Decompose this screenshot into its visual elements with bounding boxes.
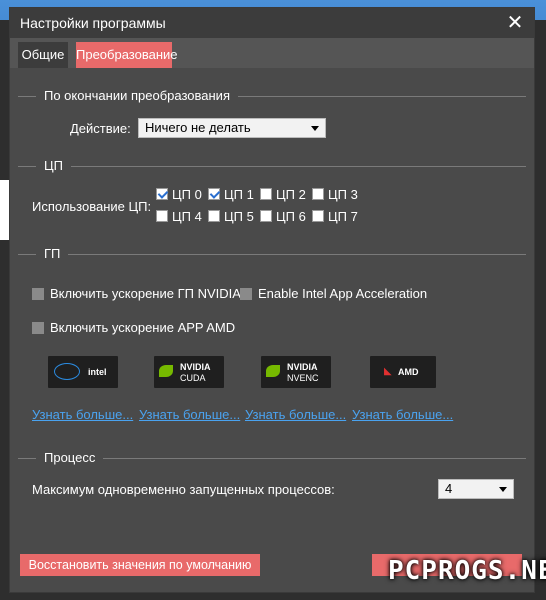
chevron-down-icon	[311, 126, 319, 131]
amd-accel-label: Включить ускорение APP AMD	[50, 320, 236, 335]
chevron-down-icon	[499, 487, 507, 492]
max-processes-label: Максимум одновременно запущенных процесс…	[32, 482, 335, 497]
section-process: Процесс	[18, 450, 526, 466]
cpu-2-label: ЦП 2	[276, 187, 306, 202]
cpu-usage-label: Использование ЦП:	[32, 199, 152, 214]
close-button[interactable]: ✕	[502, 10, 528, 36]
cpu-5-label: ЦП 5	[224, 209, 254, 224]
learn-more-nvenc-link[interactable]: Узнать больше...	[245, 407, 346, 422]
cpu-0-label: ЦП 0	[172, 187, 202, 202]
background-app-edge	[0, 180, 10, 240]
cpu-3-checkbox[interactable]	[312, 188, 324, 200]
amd-logo[interactable]: ◣ AMD	[370, 356, 436, 388]
restore-defaults-button[interactable]: Восстановить значения по умолчанию	[20, 554, 260, 576]
title-bar: Настройки программы ✕	[10, 8, 534, 38]
section-title: По окончании преобразования	[36, 88, 238, 104]
tab-general[interactable]: Общие	[18, 42, 68, 68]
watermark: PCPROGS.NET	[388, 556, 546, 586]
cpu-2-checkbox[interactable]	[260, 188, 272, 200]
cpu-5-checkbox[interactable]	[208, 210, 220, 222]
learn-more-intel-link[interactable]: Узнать больше...	[32, 407, 133, 422]
amd-logo-icon: ◣	[384, 366, 392, 377]
nvenc-logo-text: NVENC	[287, 373, 319, 383]
action-label: Действие:	[70, 121, 131, 136]
nvidia-cuda-logo[interactable]: NVIDIA CUDA	[154, 356, 224, 388]
nvidia-nvenc-logo[interactable]: NVIDIA NVENC	[261, 356, 331, 388]
action-select-value: Ничего не делать	[145, 120, 251, 135]
cpu-7-checkbox[interactable]	[312, 210, 324, 222]
window-title: Настройки программы	[20, 15, 166, 31]
settings-dialog: Настройки программы ✕ Общие Преобразован…	[10, 8, 546, 592]
intel-logo-text: intel	[88, 367, 107, 377]
cpu-6-label: ЦП 6	[276, 209, 306, 224]
cpu-0-checkbox[interactable]	[156, 188, 168, 200]
nvidia-accel-checkbox[interactable]	[32, 288, 44, 300]
cpu-7-label: ЦП 7	[328, 209, 358, 224]
section-title: ГП	[36, 246, 69, 262]
learn-more-cuda-link[interactable]: Узнать больше...	[139, 407, 240, 422]
close-icon: ✕	[506, 12, 524, 34]
cpu-1-label: ЦП 1	[224, 187, 254, 202]
section-cpu: ЦП	[18, 158, 526, 174]
cpu-1-checkbox[interactable]	[208, 188, 220, 200]
max-processes-value: 4	[445, 481, 453, 496]
cuda-logo-text: CUDA	[180, 373, 206, 383]
nvidia-logo-icon	[159, 365, 173, 377]
cpu-4-checkbox[interactable]	[156, 210, 168, 222]
amd-accel-checkbox[interactable]	[32, 322, 44, 334]
nvidia-accel-label: Включить ускорение ГП NVIDIA	[50, 286, 241, 301]
max-processes-select[interactable]: 4	[438, 479, 514, 499]
section-title: ЦП	[36, 158, 71, 174]
section-after-conversion: По окончании преобразования	[18, 88, 526, 104]
action-select[interactable]: Ничего не делать	[138, 118, 326, 138]
cpu-4-label: ЦП 4	[172, 209, 202, 224]
tab-conversion[interactable]: Преобразование	[76, 42, 178, 68]
cpu-3-label: ЦП 3	[328, 187, 358, 202]
cpu-6-checkbox[interactable]	[260, 210, 272, 222]
intel-accel-checkbox[interactable]	[240, 288, 252, 300]
nvidia-logo-text: NVIDIA	[287, 362, 318, 372]
intel-accel-label: Enable Intel App Acceleration	[258, 286, 428, 301]
intel-logo[interactable]: intel	[48, 356, 118, 388]
intel-logo-icon	[54, 363, 80, 380]
section-title: Процесс	[36, 450, 104, 466]
amd-logo-text: AMD	[398, 367, 419, 377]
tab-content: По окончании преобразования Действие: Ни…	[10, 68, 534, 592]
section-gpu: ГП	[18, 246, 526, 262]
nvidia-logo-text: NVIDIA	[180, 362, 211, 372]
nvidia-logo-icon	[266, 365, 280, 377]
learn-more-amd-link[interactable]: Узнать больше...	[352, 407, 453, 422]
